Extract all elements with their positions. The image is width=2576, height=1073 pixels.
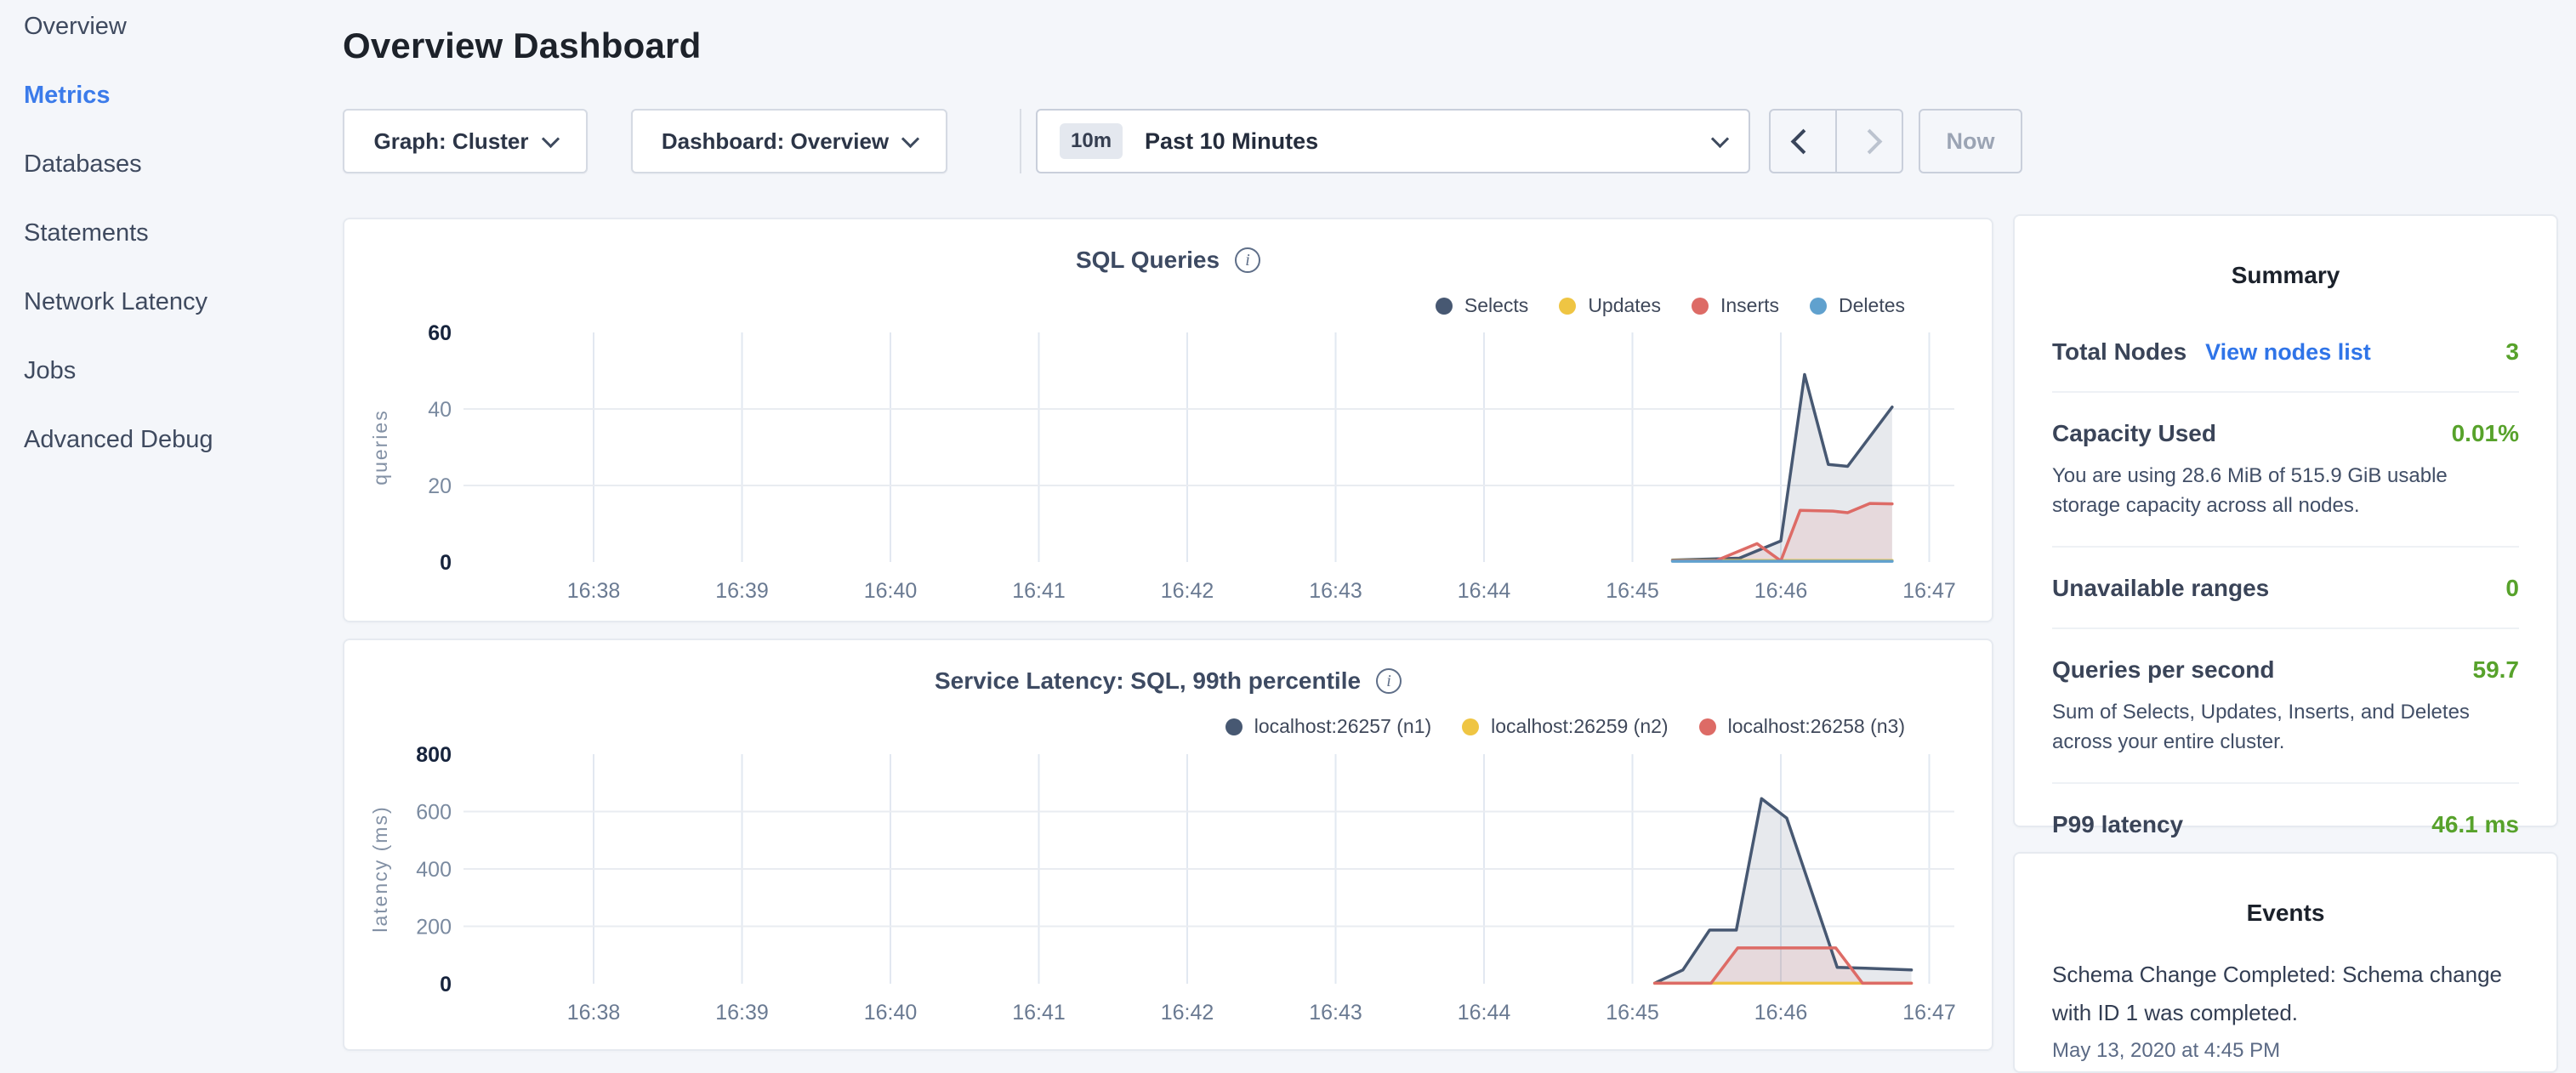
summary-row-unavailable-ranges: Unavailable ranges 0 [2052,548,2519,629]
svg-text:200: 200 [416,916,452,940]
chevron-right-icon [1857,128,1882,154]
view-nodes-list-link[interactable]: View nodes list [2205,339,2371,366]
summary-panel: Summary Total Nodes View nodes list 3 Ca… [2013,214,2558,827]
time-window-badge: 10m [1060,123,1123,159]
svg-text:16:47: 16:47 [1902,1001,1956,1025]
svg-text:600: 600 [416,801,452,825]
sidebar-item-jobs[interactable]: Jobs [0,337,340,406]
svg-text:16:43: 16:43 [1309,579,1362,603]
graph-dropdown[interactable]: Graph: Cluster [343,109,588,173]
sidebar-item-network-latency[interactable]: Network Latency [0,268,340,337]
summary-row-queries-per-second: Queries per second 59.7 Sum of Selects, … [2052,629,2519,784]
summary-title: Summary [2052,262,2519,289]
summary-row-value: 46.1 ms [2431,811,2519,838]
summary-row-label: Queries per second [2052,656,2274,684]
service-latency-chart-card: Service Latency: SQL, 99th percentile i … [343,639,1993,1051]
dashboard-dropdown[interactable]: Dashboard: Overview [631,109,947,173]
svg-text:16:45: 16:45 [1606,1001,1659,1025]
time-next-button[interactable] [1837,111,1902,172]
sidebar: Overview Metrics Databases Statements Ne… [0,0,340,1051]
svg-text:16:41: 16:41 [1012,579,1066,603]
svg-text:400: 400 [416,858,452,882]
summary-row-value: 3 [2505,338,2519,366]
graph-dropdown-label: Graph: Cluster [373,128,528,155]
chevron-down-icon [1711,129,1729,147]
sql-queries-plot: 16:38 16:39 16:40 16:41 16:42 16:43 16:44 16:45… [344,219,1992,621]
svg-text:16:42: 16:42 [1161,1001,1214,1025]
summary-row-description: Sum of Selects, Updates, Inserts, and De… [2052,697,2519,757]
summary-row-description: You are using 28.6 MiB of 515.9 GiB usab… [2052,461,2519,520]
svg-text:16:38: 16:38 [567,579,621,603]
now-button[interactable]: Now [1919,109,2022,173]
svg-text:16:40: 16:40 [864,579,918,603]
svg-text:800: 800 [416,743,452,767]
summary-row-value: 59.7 [2473,656,2520,684]
svg-text:16:41: 16:41 [1012,1001,1066,1025]
events-panel: Events Schema Change Completed: Schema c… [2013,852,2558,1073]
summary-row-label: Unavailable ranges [2052,575,2269,602]
chevron-left-icon [1790,128,1816,154]
events-title: Events [2052,900,2519,927]
sidebar-nav: Overview Metrics Databases Statements Ne… [0,0,340,474]
svg-text:20: 20 [428,474,452,498]
service-latency-plot: 16:38 16:39 16:40 16:41 16:42 16:43 16:44 16:45… [344,640,1992,1049]
svg-text:16:39: 16:39 [715,1001,769,1025]
summary-row-label: Capacity Used [2052,420,2216,447]
chevron-down-icon [541,129,559,147]
svg-text:16:43: 16:43 [1309,1001,1362,1025]
time-step-buttons [1769,109,1903,173]
svg-text:16:45: 16:45 [1606,579,1659,603]
time-prev-button[interactable] [1771,111,1837,172]
event-message: Schema Change Completed: Schema change w… [2052,956,2519,1032]
svg-text:16:42: 16:42 [1161,579,1214,603]
sidebar-item-statements[interactable]: Statements [0,199,340,268]
chevron-down-icon [901,129,919,147]
summary-row-label: P99 latency [2052,811,2183,838]
svg-text:queries: queries [369,409,391,485]
svg-text:16:46: 16:46 [1754,1001,1808,1025]
svg-text:16:44: 16:44 [1458,1001,1511,1025]
summary-row-value: 0 [2505,575,2519,602]
svg-text:0: 0 [440,973,452,996]
sidebar-item-overview[interactable]: Overview [0,0,340,61]
time-window-label: Past 10 Minutes [1145,128,1318,155]
sidebar-item-metrics[interactable]: Metrics [0,61,340,130]
svg-text:0: 0 [440,551,452,575]
sidebar-item-databases[interactable]: Databases [0,130,340,199]
svg-text:16:39: 16:39 [715,579,769,603]
summary-row-total-nodes: Total Nodes View nodes list 3 [2052,311,2519,393]
svg-text:latency (ms): latency (ms) [369,805,391,932]
event-item: Schema Change Completed: Schema change w… [2052,956,2519,1063]
svg-text:16:47: 16:47 [1902,579,1956,603]
svg-text:16:38: 16:38 [567,1001,621,1025]
summary-row-value: 0.01% [2452,420,2519,447]
svg-text:16:44: 16:44 [1458,579,1511,603]
svg-text:40: 40 [428,398,452,422]
controls-divider [1020,109,1021,173]
svg-text:16:46: 16:46 [1754,579,1808,603]
summary-row-capacity-used: Capacity Used 0.01% You are using 28.6 M… [2052,393,2519,548]
dashboard-dropdown-label: Dashboard: Overview [662,128,889,155]
event-timestamp: May 13, 2020 at 4:45 PM [2052,1039,2519,1063]
summary-row-label: Total Nodes [2052,338,2186,366]
sql-queries-chart-card: SQL Queries i SelectsUpdatesInsertsDelet… [343,218,1993,622]
time-window-dropdown[interactable]: 10m Past 10 Minutes [1036,109,1750,173]
sidebar-item-advanced-debug[interactable]: Advanced Debug [0,406,340,474]
svg-text:16:40: 16:40 [864,1001,918,1025]
svg-text:60: 60 [428,321,452,345]
page-title: Overview Dashboard [343,26,701,66]
